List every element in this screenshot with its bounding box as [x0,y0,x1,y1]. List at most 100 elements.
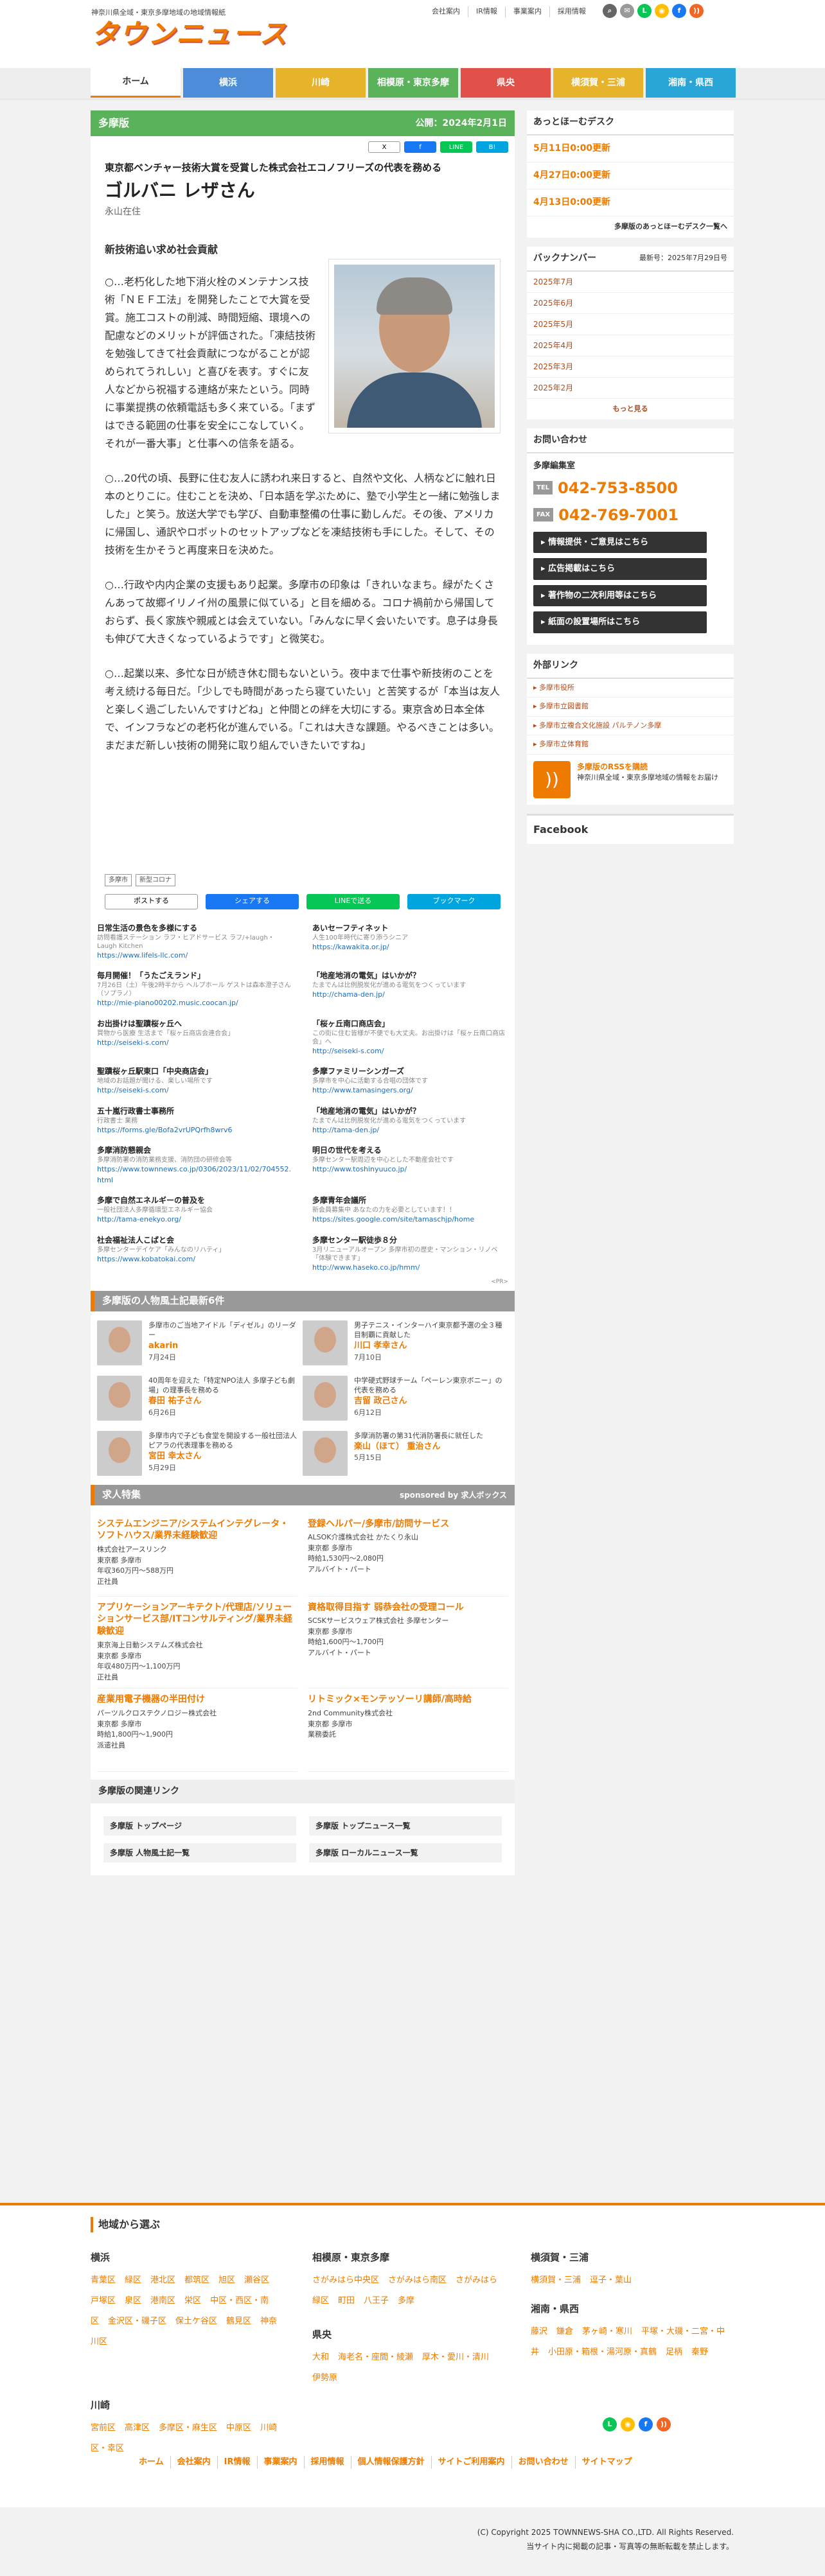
nav-yokohama[interactable]: 横浜 [183,68,273,98]
share-facebook-button[interactable]: シェアする [206,893,299,909]
pr-item[interactable]: 多摩青年会議所 新会員募集中 あなたの力を必要としています！！ https://si… [312,1195,508,1225]
facebook-icon[interactable]: f [639,2417,653,2431]
related-link[interactable]: 多摩版 人物風土記一覧 [103,1843,296,1863]
area-link[interactable]: 町田 [338,2296,355,2306]
nav-kawasaki[interactable]: 川崎 [276,68,366,98]
related-link[interactable]: 多摩版 ローカルニュース一覧 [309,1843,502,1863]
pr-url[interactable]: http://tama-den.jp/ [312,1125,508,1136]
header-link-ir[interactable]: IR情報 [468,6,505,17]
pr-item[interactable]: 「地産地消の電気」はいかが？ たまでんは比例脱炭化が進める電気をつくっています ht… [312,970,508,1009]
area-link[interactable]: 鎌倉 [556,2327,573,2336]
area-link[interactable]: 厚木・愛川・清川 [422,2353,489,2362]
desk-item[interactable]: 5月11日0:00更新 [527,136,734,162]
footer-link[interactable]: 個人情報保護方針 [350,2456,431,2469]
area-link[interactable]: 宮前区 [91,2423,116,2433]
job-item[interactable]: 資格取得目指す 弱恭会社の受理コール SCSKサービスウェア株式会社 多摩センター… [308,1597,508,1689]
backnumber-item[interactable]: 2025年5月 [527,314,734,335]
person-name[interactable]: 楽山（ほて） 重治さん [354,1441,483,1453]
pr-title[interactable]: 多摩ファミリーシンガーズ [312,1065,508,1077]
job-title[interactable]: リトミック×モンテッソーリ講師/高時給 [308,1694,508,1706]
area-link[interactable]: 港北区 [150,2275,175,2285]
footer-link[interactable]: 会社案内 [170,2456,217,2469]
desk-item[interactable]: 4月13日0:00更新 [527,189,734,216]
search-icon[interactable]: ⌕ [603,4,617,18]
footer-link[interactable]: 採用情報 [303,2456,351,2469]
related-link[interactable]: 多摩版 トップページ [103,1816,296,1836]
pr-title[interactable]: 五十嵐行政書士事務所 [97,1105,293,1117]
share-x-button[interactable]: X [368,141,400,153]
pr-title[interactable]: 日常生活の景色を多様にする [97,922,293,934]
pr-title[interactable]: 明日の世代を考える [312,1144,508,1156]
nav-yokosuka-miura[interactable]: 横須賀・三浦 [553,68,643,98]
nav-home[interactable]: ホーム [91,68,181,98]
area-link[interactable]: さがみはら中央区 [312,2275,379,2285]
job-item[interactable]: 産業用電子機器の半田付け パーツルクロステクノロジー株式会社 東京都 多摩市 時給1,… [97,1688,297,1773]
external-link[interactable]: ▸ 多摩市立体育館 [527,735,734,755]
share-line-button[interactable]: LINE [440,141,472,153]
area-link[interactable]: 青葉区 [91,2275,116,2285]
desk-more-link[interactable]: 多摩版のあっとほーむデスク一覧へ [527,216,734,238]
area-link[interactable]: 小田原・箱根・湯河原・真鶴 [548,2347,657,2357]
area-link[interactable]: さがみはら南区 [388,2275,447,2285]
footer-link[interactable]: サイトマップ [574,2456,639,2469]
pr-title[interactable]: 「桜ヶ丘南口商店会」 [312,1018,508,1030]
pr-item[interactable]: 社会福祉法人こばと会 多摩センターデイケア「みんなのリハティ」 https://ww… [97,1234,293,1274]
backnumber-item[interactable]: 2025年6月 [527,293,734,314]
person-item[interactable]: 多摩消防署の第31代消防署長に就任した 楽山（ほて） 重治さん 5月15日 [303,1430,508,1476]
external-link[interactable]: ▸ 多摩市役所 [527,679,734,697]
pr-item[interactable]: 多摩センター駅徒歩８分 3月リニューアルオープン 多摩市初の歴史・マンション・リノ… [312,1234,508,1274]
rss-subscribe[interactable]: )) 多摩版のRSSを購読 神奈川県全域・東京多摩地域の情報をお届け [527,755,734,805]
pr-item[interactable]: 多摩消防懇親会 多摩消防署の消防業務支援、消防団の研修会等 https://www.… [97,1144,293,1186]
location-button[interactable]: ▸ 紙面の設置場所はこちら [533,611,707,633]
backnumber-item[interactable]: 2025年4月 [527,335,734,356]
job-title[interactable]: 資格取得目指す 弱恭会社の受理コール [308,1602,508,1614]
person-item[interactable]: 男子テニス・インターハイ東京都予選の全３種目制覇に貢献した 川口 孝幸さん 7月10… [303,1320,508,1365]
area-link[interactable]: 逗子・葉山 [590,2275,632,2285]
pr-item[interactable]: 日常生活の景色を多様にする 訪問看護ステーション ラフ・ヒアドサービス ラフ/+l… [97,922,293,961]
area-link[interactable]: 海老名・座間・綾瀬 [338,2353,413,2362]
pr-url[interactable]: https://www.kobatokai.com/ [97,1254,293,1265]
backnumber-item[interactable]: 2025年7月 [527,272,734,293]
area-link[interactable]: 茅ヶ崎・寒川 [582,2327,632,2336]
pr-url[interactable]: http://tama-enekyo.org/ [97,1214,293,1225]
area-link[interactable]: 大和 [312,2353,329,2362]
facebook-icon[interactable]: f [672,4,686,18]
nav-kenou[interactable]: 県央 [461,68,551,98]
area-link[interactable]: 都筑区 [184,2275,209,2285]
area-link[interactable]: 高津区 [125,2423,150,2433]
job-item[interactable]: 登録ヘルパー/多摩市/訪問サービス ALSOK介護株式会社 かたくり永山 東京都 多… [308,1513,508,1597]
pr-item[interactable]: 五十嵐行政書士事務所 行政書士 業務 https://forms.gle/Bofa2… [97,1105,293,1136]
mail-icon[interactable]: ✉ [620,4,634,18]
share-facebook-button[interactable]: f [404,141,436,153]
nav-sagamihara-tama[interactable]: 相模原・東京多摩 [368,68,458,98]
person-name[interactable]: 吉留 政己さん [354,1395,508,1408]
area-link[interactable]: 伊勢原 [312,2373,337,2383]
pr-url[interactable]: http://seiseki-s.com/ [312,1046,508,1057]
area-link[interactable]: 緑区 [125,2275,141,2285]
header-link-recruit[interactable]: 採用情報 [549,6,594,17]
tag-link[interactable]: 新型コロナ [136,873,175,886]
ad-button[interactable]: ▸ 広告掲載はこちら [533,558,707,580]
area-link[interactable]: 藤沢 [531,2327,547,2336]
podcast-icon[interactable]: ◉ [621,2417,635,2431]
area-link[interactable]: 多摩区・麻生区 [159,2423,217,2433]
rss-icon[interactable]: )) [657,2417,671,2431]
nav-shonan-kensei[interactable]: 湘南・県西 [646,68,736,98]
footer-link[interactable]: サイトご利用案内 [430,2456,511,2469]
pr-title[interactable]: 聖蹟桜ヶ丘駅東口「中央商店会」 [97,1065,293,1077]
pr-url[interactable]: https://www.lifels-llc.com/ [97,951,293,961]
pr-url[interactable]: http://mie-piano00202.music.coocan.jp/ [97,998,293,1009]
person-item[interactable]: 40周年を迎えた「特定NPO法人 多摩子ども劇場」の理事長を務める 春田 祐子さん… [97,1375,303,1421]
site-logo[interactable]: タウンニュース [91,18,288,50]
job-title[interactable]: アプリケーションアーキテクト/代理店/ソリューションサービス部/ITコンサルティ… [97,1602,297,1638]
backnumber-more[interactable]: もっと見る [527,399,734,420]
pr-title[interactable]: 「地産地消の電気」はいかが？ [312,1105,508,1117]
pr-title[interactable]: 「地産地消の電気」はいかが？ [312,970,508,981]
related-link[interactable]: 多摩版 トップニュース一覧 [309,1816,502,1836]
pr-item[interactable]: お出掛けは聖蹟桜ヶ丘へ 買物から医療 生活まで「桜ヶ丘商店会連合会」 http://… [97,1018,293,1057]
pr-url[interactable]: http://www.tamasingers.org/ [312,1085,508,1096]
job-title[interactable]: 産業用電子機器の半田付け [97,1694,297,1706]
person-name[interactable]: 春田 祐子さん [148,1395,303,1408]
area-link[interactable]: 八王子 [364,2296,389,2306]
pr-url[interactable]: http://www.haseko.co.jp/hmm/ [312,1263,508,1274]
